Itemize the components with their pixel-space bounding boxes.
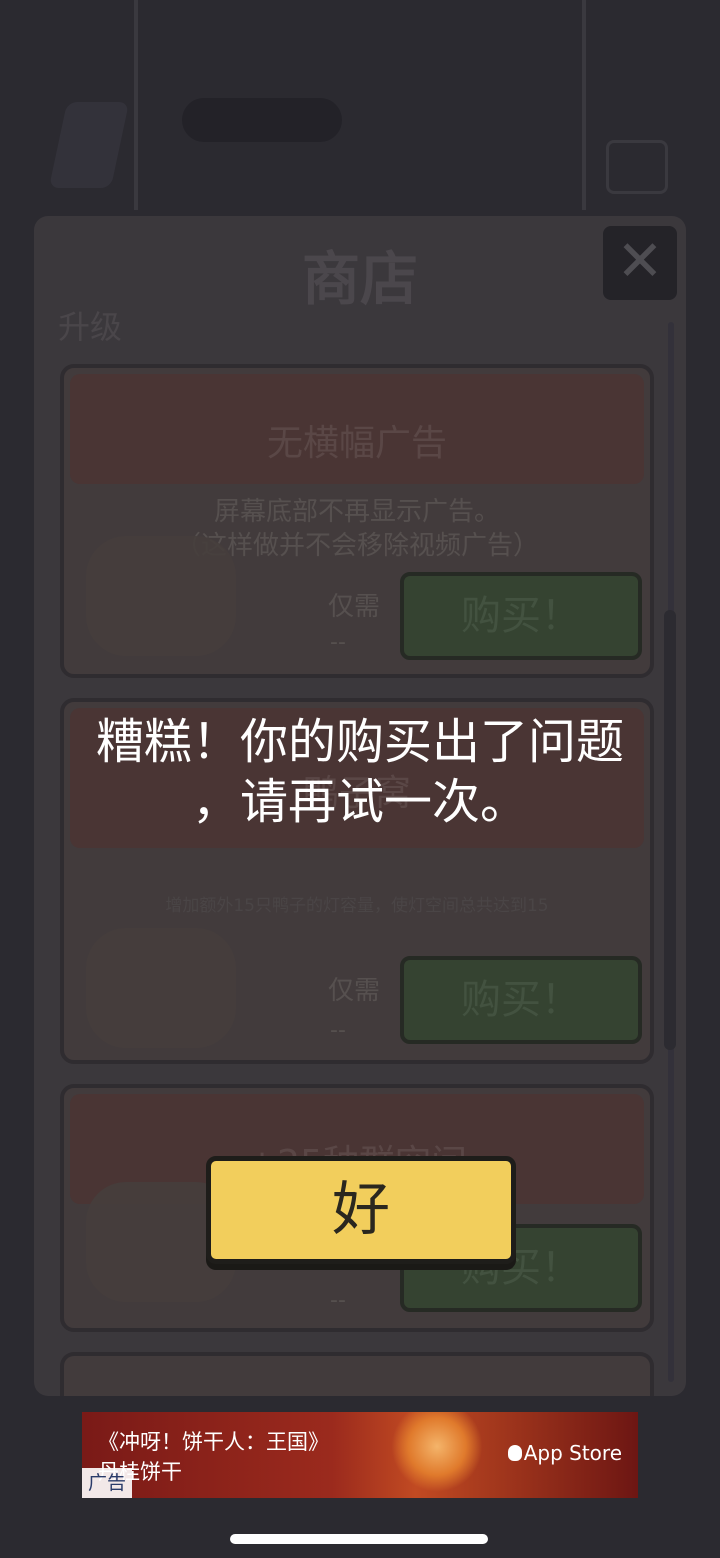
buy-button: 购买！ (400, 572, 642, 660)
price-value: -- (330, 1018, 346, 1043)
top-resource-pill (182, 98, 342, 142)
ad-character-image (382, 1412, 492, 1498)
card-description-line1: 增加额外15只鸭子的灯容量，使灯空间总共达到15 (165, 896, 549, 916)
app-store-badge: App Store (507, 1441, 622, 1465)
price-value: -- (330, 630, 346, 655)
alert-message-line2: ，请再试一次。 (191, 774, 528, 830)
section-label-upgrades: 升级 (58, 308, 123, 346)
card-header: 无横幅广告 (70, 374, 644, 484)
price-value: -- (330, 1288, 346, 1313)
apple-icon (507, 1445, 522, 1461)
music-icon (48, 102, 130, 188)
card-description-line1: 屏幕底部不再显示广告。 (213, 497, 500, 527)
ad-tag: 广告 (82, 1468, 133, 1498)
app-store-label: App Store (523, 1441, 622, 1465)
ad-banner[interactable]: 《冲呀！饼干人：王国》 丹桂饼干 App Store 广告 (82, 1412, 638, 1498)
ok-button[interactable]: 好 (206, 1156, 516, 1264)
shop-card-partial (60, 1352, 654, 1396)
card-title: 无横幅广告 (266, 423, 447, 464)
top-divider-right (582, 0, 586, 210)
buy-button: 购买！ (400, 956, 642, 1044)
shop-card-no-banner-ads: 无横幅广告 屏幕底部不再显示广告。 （这样做并不会移除视频广告） 仅需 -- 购… (60, 364, 654, 678)
alert-message-line1: 糟糕！你的购买出了问题 (95, 714, 624, 770)
alert-message: 糟糕！你的购买出了问题 ，请再试一次。 (30, 712, 690, 832)
duck-illustration-icon (86, 536, 236, 656)
shop-close-button: ✕ (603, 226, 677, 300)
price-label: 仅需 (328, 976, 381, 1006)
duck-nest-illustration-icon (86, 928, 236, 1048)
ad-title: 《冲呀！饼干人：王国》 (98, 1430, 329, 1454)
price-label: 仅需 (328, 592, 381, 622)
app-screen: 商店 ✕ 升级 无横幅广告 屏幕底部不再显示广告。 （这样做并不会移除视频广告）… (0, 0, 720, 1558)
top-divider-left (134, 0, 138, 210)
menu-icon (606, 140, 668, 194)
home-indicator[interactable] (230, 1534, 488, 1544)
